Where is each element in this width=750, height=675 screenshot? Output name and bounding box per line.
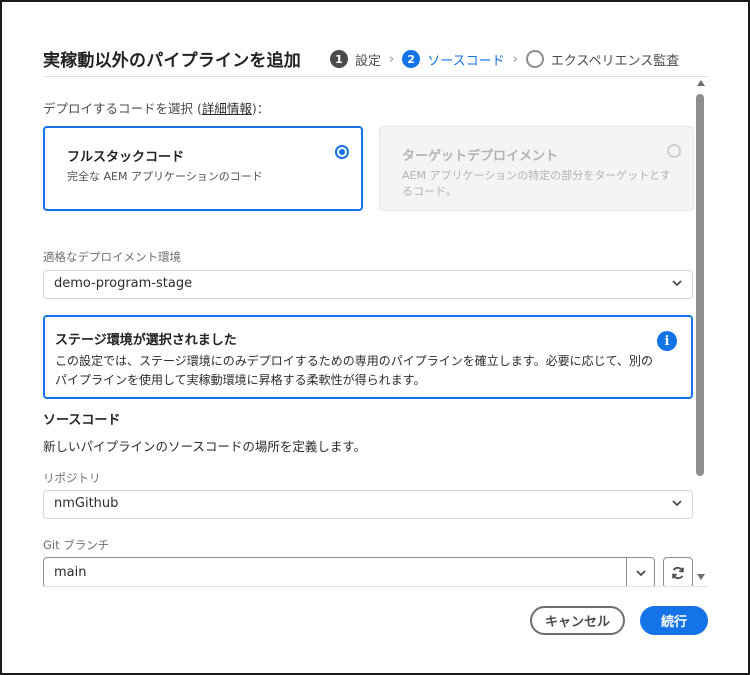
- git-branch-row: main: [43, 557, 693, 586]
- step-label-experience-audit: エクスペリエンス監査: [550, 53, 680, 69]
- footer-divider: [43, 586, 708, 587]
- chevron-right-icon: ›: [512, 51, 518, 67]
- scroll-up-arrow-icon[interactable]: [697, 80, 705, 86]
- option-title: フルスタックコード: [67, 150, 185, 165]
- info-title: ステージ環境が選択されました: [55, 333, 237, 348]
- chevron-down-icon: [636, 570, 646, 577]
- repository-select[interactable]: nmGithub: [43, 490, 693, 519]
- continue-button[interactable]: 続行: [640, 606, 708, 635]
- deploy-code-label-suffix: )：: [251, 101, 270, 116]
- source-code-description: 新しいパイプラインのソースコードの場所を定義します。: [43, 439, 367, 454]
- stage-info-box: ステージ環境が選択されました この設定では、ステージ環境にのみデプロイするための…: [43, 315, 693, 399]
- refresh-branches-button[interactable]: [663, 557, 693, 586]
- step-empty-circle-icon: [525, 50, 544, 68]
- radio-selected-icon[interactable]: [335, 145, 349, 159]
- option-description: AEM アプリケーションの特定の部分をターゲットとするコード。: [402, 169, 671, 198]
- chevron-right-icon: ›: [389, 51, 395, 67]
- step-experience-audit[interactable]: エクスペリエンス監査: [525, 50, 680, 69]
- chevron-down-icon: [672, 280, 682, 287]
- header-divider: [43, 76, 708, 77]
- add-pipeline-dialog: 実稼動以外のパイプラインを追加 1 設定 › 2 ソースコード › エクスペリエ…: [16, 14, 734, 659]
- step-label-settings: 設定: [355, 53, 382, 69]
- deploy-code-label-prefix: デプロイするコードを選択 (: [43, 101, 202, 116]
- repository-label: リポジトリ: [43, 471, 101, 485]
- vertical-scrollbar[interactable]: [696, 80, 706, 592]
- deploy-code-label: デプロイするコードを選択 (詳細情報)：: [43, 98, 269, 117]
- radio-disabled-icon: [667, 144, 681, 158]
- form-scroll-area[interactable]: デプロイするコードを選択 (詳細情報)： フルスタックコード 完全な AEM ア…: [43, 86, 694, 586]
- option-targeted-deployment: ターゲットデプロイメント AEM アプリケーションの特定の部分をターゲットとする…: [379, 126, 694, 211]
- environment-select[interactable]: demo-program-stage: [43, 270, 693, 299]
- step-label-source-code: ソースコード: [427, 53, 505, 69]
- info-icon: i: [657, 331, 677, 351]
- option-full-stack-code[interactable]: フルスタックコード 完全な AEM アプリケーションのコード: [43, 126, 363, 211]
- option-title: ターゲットデプロイメント: [402, 149, 559, 164]
- cancel-button[interactable]: キャンセル: [530, 606, 625, 635]
- git-branch-input[interactable]: main: [43, 557, 626, 586]
- chevron-down-icon: [672, 500, 682, 507]
- refresh-icon: [672, 566, 684, 579]
- source-code-heading: ソースコード: [43, 413, 121, 428]
- repository-value: nmGithub: [54, 496, 119, 511]
- git-branch-label: Git ブランチ: [43, 538, 110, 552]
- dialog-title: 実稼動以外のパイプラインを追加: [43, 51, 301, 71]
- scrollbar-thumb[interactable]: [696, 94, 704, 476]
- step-number-2: 2: [402, 50, 421, 68]
- option-description: 完全な AEM アプリケーションのコード: [67, 170, 263, 183]
- environment-label: 適格なデプロイメント環境: [43, 250, 181, 264]
- step-source-code[interactable]: 2 ソースコード: [402, 50, 505, 69]
- git-branch-dropdown-button[interactable]: [626, 557, 655, 586]
- info-body: この設定では、ステージ環境にのみデプロイするための専用のパイプラインを確立します…: [55, 354, 653, 387]
- step-number-1: 1: [330, 50, 348, 68]
- wizard-stepper: 1 設定 › 2 ソースコード › エクスペリエンス監査: [330, 48, 679, 70]
- step-settings[interactable]: 1 設定: [330, 50, 381, 69]
- learn-more-link[interactable]: 詳細情報: [202, 101, 252, 116]
- scroll-down-arrow-icon[interactable]: [697, 574, 705, 580]
- environment-value: demo-program-stage: [54, 276, 193, 291]
